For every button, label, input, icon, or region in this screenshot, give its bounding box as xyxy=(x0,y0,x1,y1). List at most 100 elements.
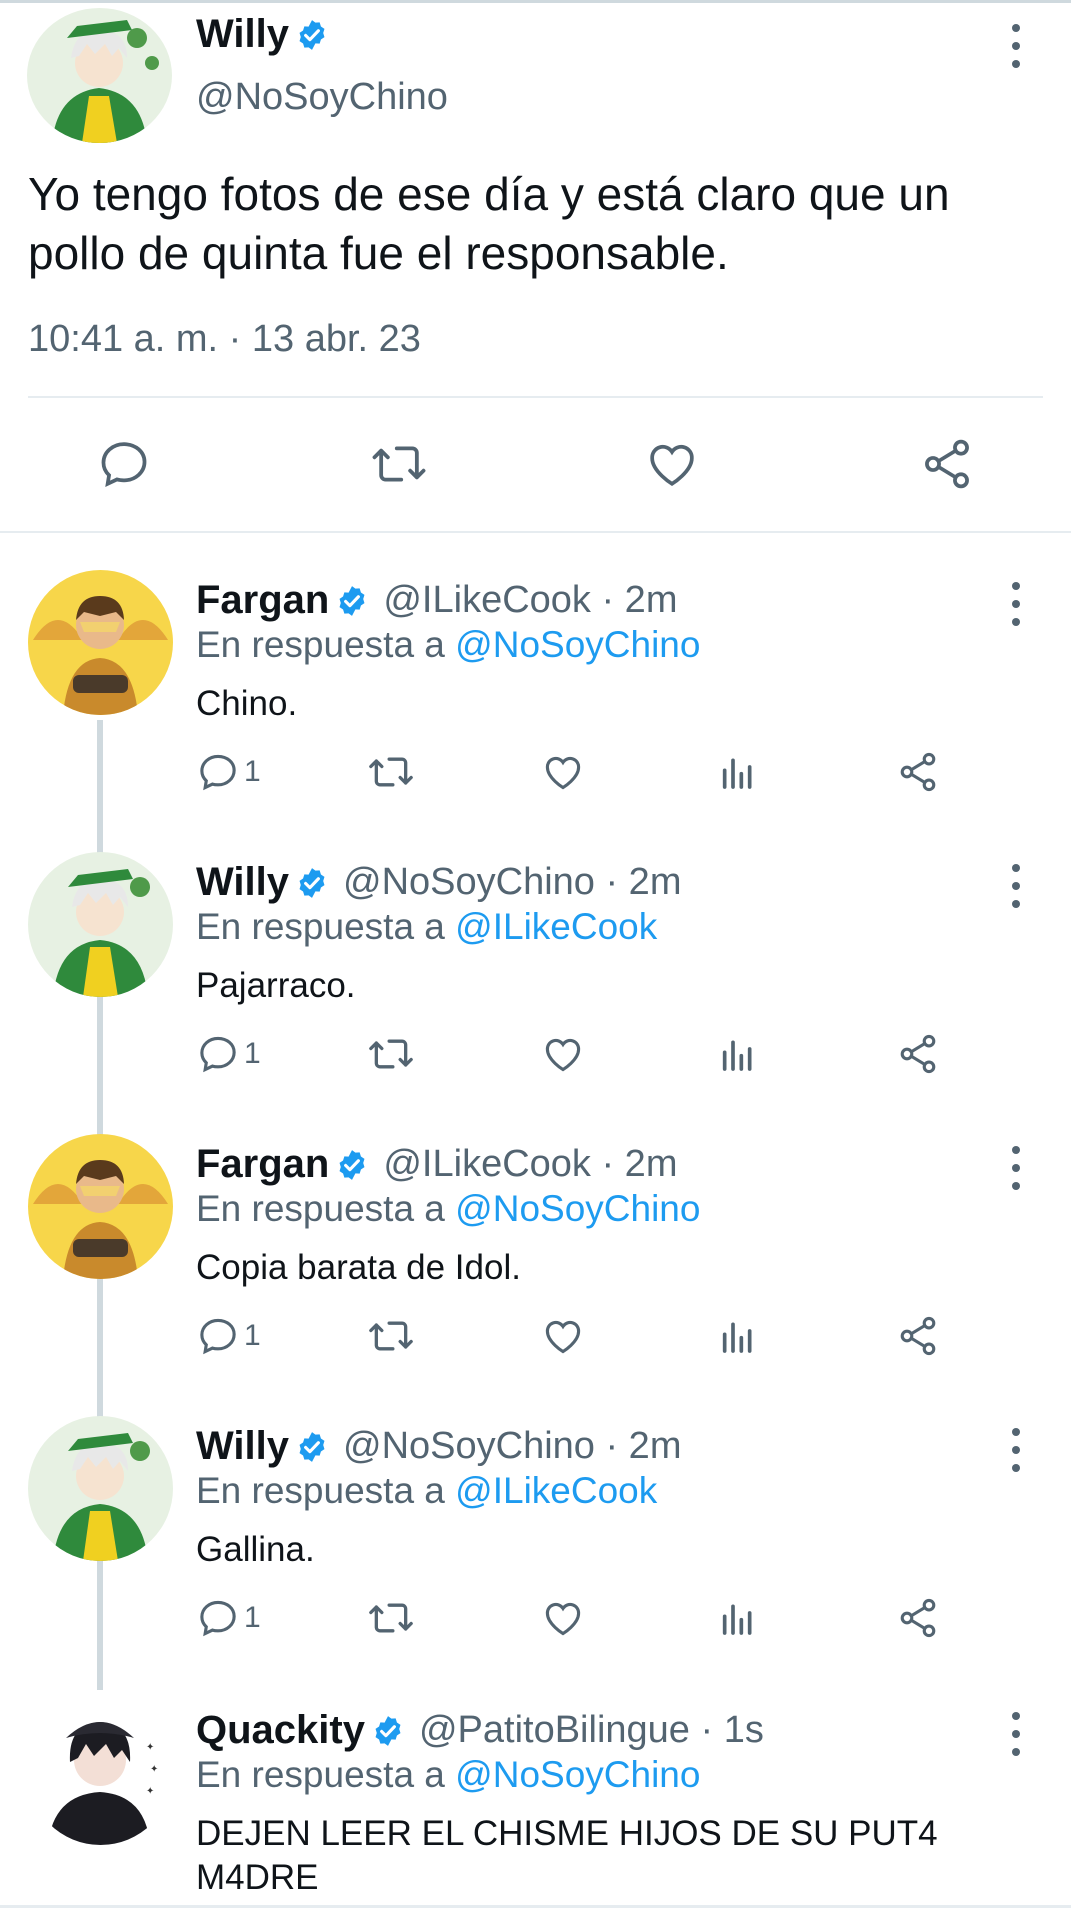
more-options-icon[interactable] xyxy=(1001,24,1031,68)
retweet-icon[interactable] xyxy=(370,435,428,493)
reply-header: Fargan @ILikeCook · 2m xyxy=(196,578,677,623)
author-name[interactable]: Willy xyxy=(196,1424,289,1469)
author-handle[interactable]: @NoSoyChino · 2m xyxy=(343,861,681,904)
replying-to: En respuesta a @ILikeCook xyxy=(196,1470,657,1512)
svg-text:✦: ✦ xyxy=(146,1742,154,1753)
analytics-icon[interactable] xyxy=(718,1594,758,1642)
reply-tweet[interactable]: Willy @NoSoyChino · 2m En respuesta a @I… xyxy=(0,1416,1071,1646)
more-options-icon[interactable] xyxy=(1001,582,1031,626)
reply-count: 1 xyxy=(244,1037,261,1070)
reply-button[interactable]: 1 xyxy=(196,1030,261,1078)
divider xyxy=(28,396,1043,398)
mention-link[interactable]: @NoSoyChino xyxy=(455,1188,700,1229)
avatar-fargan[interactable] xyxy=(28,570,173,715)
reply-button[interactable]: 1 xyxy=(196,1594,261,1642)
retweet-icon[interactable] xyxy=(366,1312,416,1360)
reply-icon xyxy=(200,1318,236,1355)
tweet-text: Yo tengo fotos de ese día y está claro q… xyxy=(28,168,950,279)
reply-actions: 1 xyxy=(196,748,976,796)
more-options-icon[interactable] xyxy=(1001,1712,1031,1756)
main-name-row: Willy xyxy=(196,12,329,57)
share-icon[interactable] xyxy=(896,748,940,796)
author-name[interactable]: Fargan xyxy=(196,1142,329,1187)
reply-text: Pajarraco. xyxy=(196,966,356,1005)
share-icon[interactable] xyxy=(918,435,976,493)
share-icon[interactable] xyxy=(896,1594,940,1642)
svg-text:✦: ✦ xyxy=(146,1786,154,1797)
verified-badge-icon xyxy=(295,866,329,900)
bottom-divider xyxy=(0,1905,1071,1908)
author-name[interactable]: Willy xyxy=(196,860,289,905)
like-icon[interactable] xyxy=(541,1594,585,1642)
mention-link[interactable]: @ILikeCook xyxy=(455,1470,657,1511)
reply-icon xyxy=(200,1600,236,1637)
reply-icon xyxy=(200,1036,236,1073)
like-icon[interactable] xyxy=(541,748,585,796)
verified-badge-icon xyxy=(335,1148,369,1182)
reply-actions: 1 xyxy=(196,1312,976,1360)
like-icon[interactable] xyxy=(541,1312,585,1360)
reply-tweet[interactable]: Fargan @ILikeCook · 2m En respuesta a @N… xyxy=(0,570,1071,800)
author-name[interactable]: Willy xyxy=(196,12,289,57)
verified-badge-icon xyxy=(295,18,329,52)
analytics-icon[interactable] xyxy=(718,1030,758,1078)
more-options-icon[interactable] xyxy=(1001,864,1031,908)
tweet-timestamp[interactable]: 10:41 a. m. · 13 abr. 23 xyxy=(28,318,421,361)
reply-button[interactable]: 1 xyxy=(196,748,261,796)
mention-link[interactable]: @NoSoyChino xyxy=(455,624,700,665)
analytics-icon[interactable] xyxy=(718,1312,758,1360)
reply-header: Willy @NoSoyChino · 2m xyxy=(196,1424,681,1469)
reply-tweet[interactable]: Willy @NoSoyChino · 2m En respuesta a @I… xyxy=(0,852,1071,1082)
main-tweet: Willy @NoSoyChino Yo tengo fotos de ese … xyxy=(0,0,1071,533)
mention-link[interactable]: @NoSoyChino xyxy=(455,1754,700,1795)
like-icon[interactable] xyxy=(643,435,701,493)
avatar-fargan[interactable] xyxy=(28,1134,173,1279)
reply-text: Chino. xyxy=(196,684,298,723)
avatar-willy[interactable] xyxy=(28,852,173,997)
reply-prefix: En respuesta a xyxy=(196,1188,445,1229)
avatar-quackity[interactable]: ✦ ✦ ✦ xyxy=(28,1700,173,1845)
author-name[interactable]: Fargan xyxy=(196,578,329,623)
more-options-icon[interactable] xyxy=(1001,1146,1031,1190)
author-handle[interactable]: @ILikeCook · 2m xyxy=(383,579,677,622)
avatar-willy[interactable] xyxy=(27,8,172,143)
share-icon[interactable] xyxy=(896,1030,940,1078)
author-handle[interactable]: @NoSoyChino · 2m xyxy=(343,1425,681,1468)
verified-badge-icon xyxy=(295,1430,329,1464)
svg-text:✦: ✦ xyxy=(150,1764,158,1775)
divider xyxy=(0,531,1071,533)
avatar-willy[interactable] xyxy=(28,1416,173,1561)
author-handle[interactable]: @PatitoBilingue · 1s xyxy=(419,1709,764,1752)
reply-actions: 1 xyxy=(196,1030,976,1078)
reply-header: Fargan @ILikeCook · 2m xyxy=(196,1142,677,1187)
replying-to: En respuesta a @ILikeCook xyxy=(196,906,657,948)
share-icon[interactable] xyxy=(896,1312,940,1360)
like-icon[interactable] xyxy=(541,1030,585,1078)
reply-tweet[interactable]: ✦ ✦ ✦ Quackity @PatitoBilingue · 1s En r… xyxy=(0,1700,1071,1905)
replying-to: En respuesta a @NoSoyChino xyxy=(196,624,700,666)
reply-count: 1 xyxy=(244,755,261,788)
author-handle[interactable]: @ILikeCook · 2m xyxy=(383,1143,677,1186)
verified-badge-icon xyxy=(335,584,369,618)
reply-tweet[interactable]: Fargan @ILikeCook · 2m En respuesta a @N… xyxy=(0,1134,1071,1364)
author-handle[interactable]: @NoSoyChino xyxy=(196,76,448,119)
reply-text: Gallina. xyxy=(196,1530,315,1569)
reply-count: 1 xyxy=(244,1319,261,1352)
reply-prefix: En respuesta a xyxy=(196,1470,445,1511)
author-name[interactable]: Quackity xyxy=(196,1708,365,1753)
reply-text: Copia barata de Idol. xyxy=(196,1248,521,1287)
reply-actions: 1 xyxy=(196,1594,976,1642)
replying-to: En respuesta a @NoSoyChino xyxy=(196,1754,700,1796)
retweet-icon[interactable] xyxy=(366,1030,416,1078)
reply-icon[interactable] xyxy=(95,435,153,493)
retweet-icon[interactable] xyxy=(366,748,416,796)
more-options-icon[interactable] xyxy=(1001,1428,1031,1472)
replying-to: En respuesta a @NoSoyChino xyxy=(196,1188,700,1230)
mention-link[interactable]: @ILikeCook xyxy=(455,906,657,947)
reply-button[interactable]: 1 xyxy=(196,1312,261,1360)
reply-text: DEJEN LEER EL CHISME HIJOS DE SU PUT4 M4… xyxy=(196,1814,938,1897)
retweet-icon[interactable] xyxy=(366,1594,416,1642)
analytics-icon[interactable] xyxy=(718,748,758,796)
reply-count: 1 xyxy=(244,1601,261,1634)
reply-prefix: En respuesta a xyxy=(196,624,445,665)
